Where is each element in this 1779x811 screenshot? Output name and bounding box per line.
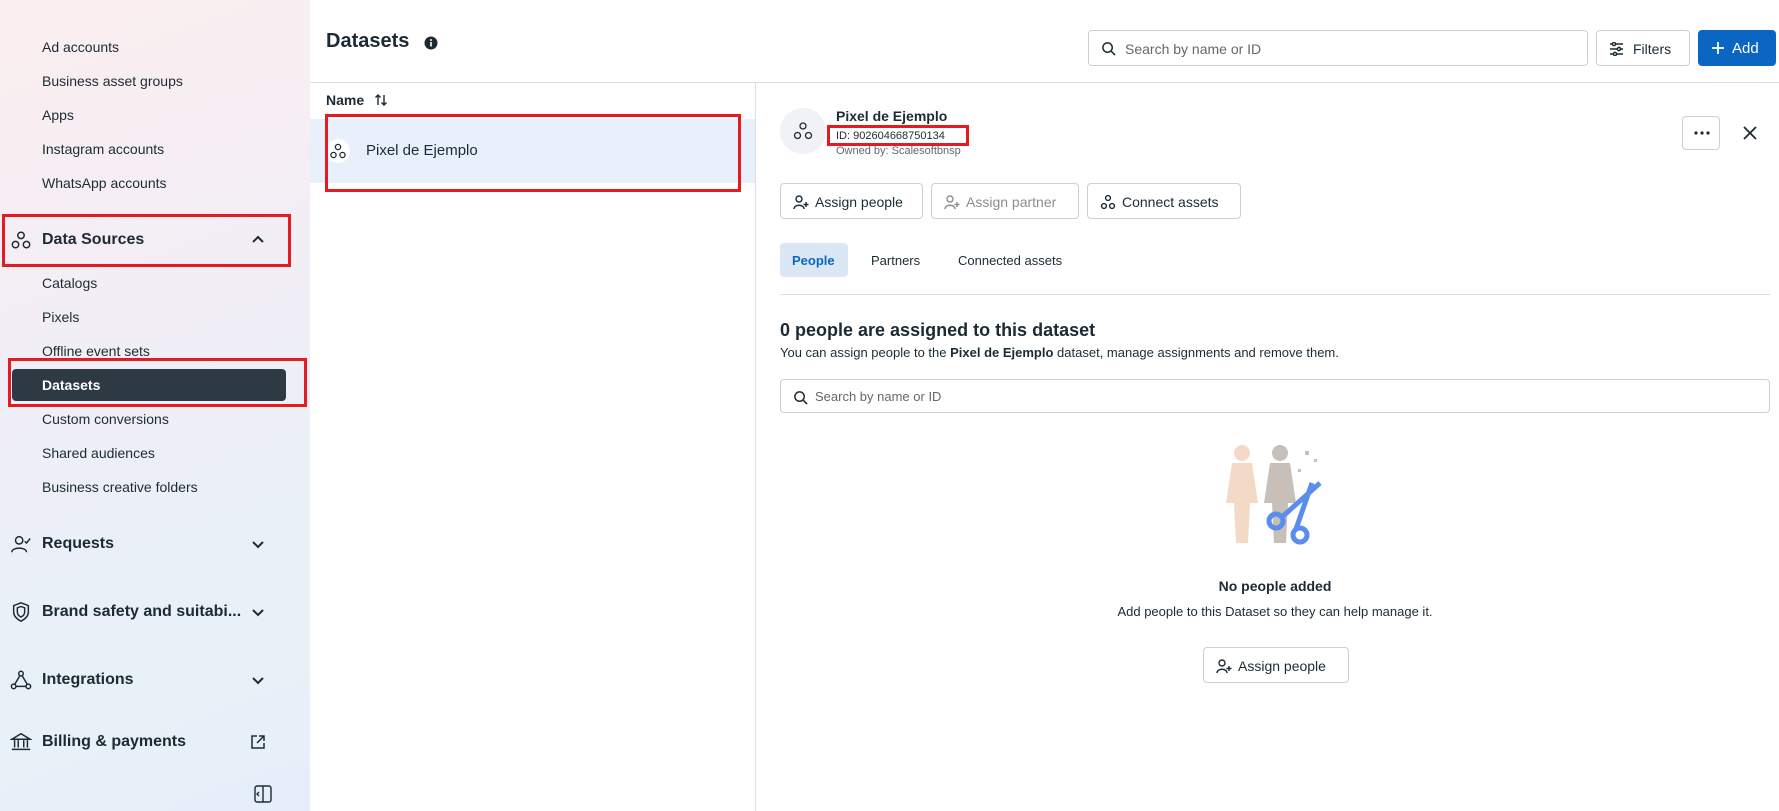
sidebar-item-apps[interactable]: Apps bbox=[42, 107, 74, 123]
assign-people-button[interactable]: Assign people bbox=[780, 183, 923, 219]
button-label: Assign people bbox=[815, 194, 903, 210]
empty-state-description: Add people to this Dataset so they can h… bbox=[1117, 604, 1433, 619]
assign-people-button[interactable]: Assign people bbox=[1203, 647, 1349, 683]
column-header-name[interactable]: Name bbox=[326, 92, 364, 108]
sidebar-item-business-asset-groups[interactable]: Business asset groups bbox=[42, 73, 183, 89]
divider bbox=[310, 82, 1779, 83]
chevron-up-icon bbox=[252, 235, 264, 243]
divider bbox=[780, 294, 1770, 295]
page-title: Datasets bbox=[326, 30, 410, 52]
sidebar-item-datasets[interactable]: Datasets bbox=[12, 369, 286, 401]
divider bbox=[755, 82, 756, 811]
tab-partners[interactable]: Partners bbox=[859, 243, 941, 277]
row-name: Pixel de Ejemplo bbox=[366, 142, 478, 159]
add-person-icon bbox=[944, 195, 960, 210]
connect-icon bbox=[1100, 194, 1116, 210]
sidebar-item-pixels[interactable]: Pixels bbox=[42, 309, 79, 325]
sidebar-item-whatsapp-accounts[interactable]: WhatsApp accounts bbox=[42, 175, 167, 191]
dataset-icon bbox=[326, 139, 350, 163]
dataset-avatar bbox=[780, 108, 826, 154]
people-cutout-illustration bbox=[1226, 445, 1322, 545]
more-options-button[interactable] bbox=[1682, 116, 1720, 150]
sidebar-section-label: Billing & payments bbox=[42, 733, 187, 750]
search-placeholder: Search by name or ID bbox=[815, 389, 942, 404]
desc-bold: Pixel de Ejemplo bbox=[950, 345, 1054, 360]
people-description: You can assign people to the Pixel de Ej… bbox=[780, 345, 1339, 360]
table-row[interactable]: Pixel de Ejemplo bbox=[310, 119, 755, 183]
integrations-icon bbox=[10, 670, 32, 690]
sidebar-section-data-sources[interactable]: Data Sources bbox=[0, 220, 290, 260]
search-icon bbox=[1102, 42, 1116, 56]
dataset-owner: Owned by: Scalesoftbnsp bbox=[836, 145, 961, 157]
sidebar-item-custom-conversions[interactable]: Custom conversions bbox=[42, 411, 169, 427]
sidebar-item-offline-event-sets[interactable]: Offline event sets bbox=[42, 343, 150, 359]
sidebar-item-instagram-accounts[interactable]: Instagram accounts bbox=[42, 141, 164, 157]
button-label: Connect assets bbox=[1122, 194, 1219, 210]
button-label: Assign partner bbox=[966, 194, 1057, 210]
sidebar-section-label: Brand safety and suitabi... bbox=[42, 603, 242, 620]
add-person-icon bbox=[793, 195, 809, 210]
more-icon bbox=[1694, 131, 1710, 135]
button-label: Assign people bbox=[1238, 658, 1326, 674]
assign-partner-button[interactable]: Assign partner bbox=[931, 183, 1079, 219]
add-label: Add bbox=[1732, 40, 1759, 57]
sidebar: Ad accounts Business asset groups Apps I… bbox=[0, 0, 310, 811]
sidebar-section-label: Requests bbox=[42, 535, 115, 552]
tab-label: Connected assets bbox=[958, 253, 1063, 268]
sidebar-section-requests[interactable]: Requests bbox=[0, 524, 290, 564]
filters-label: Filters bbox=[1633, 41, 1672, 57]
desc-text: dataset, manage assignments and remove t… bbox=[1053, 345, 1339, 360]
info-icon[interactable] bbox=[424, 36, 438, 50]
plus-icon bbox=[1712, 42, 1724, 54]
data-sources-icon bbox=[11, 231, 31, 249]
people-search-input[interactable]: Search by name or ID bbox=[780, 379, 1770, 413]
search-placeholder: Search by name or ID bbox=[1125, 41, 1262, 57]
add-button[interactable]: Add bbox=[1698, 30, 1776, 66]
sidebar-section-label: Integrations bbox=[42, 671, 134, 688]
desc-text: You can assign people to the bbox=[780, 345, 951, 360]
shield-icon bbox=[12, 602, 30, 622]
empty-state-title: No people added bbox=[1218, 578, 1332, 594]
sidebar-section-brand-safety[interactable]: Brand safety and suitabi... bbox=[0, 592, 290, 632]
chevron-down-icon bbox=[252, 541, 264, 549]
search-icon bbox=[794, 391, 808, 405]
sidebar-item-catalogs[interactable]: Catalogs bbox=[42, 275, 97, 291]
people-title: 0 people are assigned to this dataset bbox=[780, 320, 1096, 340]
sort-icon[interactable] bbox=[374, 93, 388, 107]
sidebar-item-ad-accounts[interactable]: Ad accounts bbox=[42, 39, 119, 55]
add-person-icon bbox=[1216, 659, 1232, 674]
bank-icon bbox=[10, 732, 32, 751]
sidebar-section-billing[interactable]: Billing & payments bbox=[0, 722, 290, 762]
dataset-name: Pixel de Ejemplo bbox=[836, 108, 948, 124]
dataset-icon bbox=[793, 122, 813, 140]
tab-connected-assets[interactable]: Connected assets bbox=[946, 243, 1086, 277]
sidebar-item-label: Datasets bbox=[42, 377, 101, 393]
tab-label: People bbox=[792, 253, 835, 268]
collapse-sidebar-icon[interactable] bbox=[254, 785, 272, 803]
connect-assets-button[interactable]: Connect assets bbox=[1087, 183, 1241, 219]
filters-button[interactable]: Filters bbox=[1596, 30, 1690, 66]
close-icon[interactable] bbox=[1741, 124, 1759, 142]
sidebar-section-label: Data Sources bbox=[42, 231, 145, 248]
chevron-down-icon bbox=[252, 677, 264, 685]
tab-label: Partners bbox=[871, 253, 921, 268]
filters-icon bbox=[1610, 42, 1623, 56]
sidebar-item-shared-audiences[interactable]: Shared audiences bbox=[42, 445, 155, 461]
chevron-down-icon bbox=[252, 609, 264, 617]
external-link-icon[interactable] bbox=[250, 734, 266, 750]
search-input[interactable]: Search by name or ID bbox=[1088, 30, 1588, 66]
dataset-id: ID: 902604668750134 bbox=[836, 130, 945, 142]
tab-people[interactable]: People bbox=[780, 243, 848, 277]
person-check-icon bbox=[11, 535, 31, 553]
sidebar-section-integrations[interactable]: Integrations bbox=[0, 660, 290, 700]
sidebar-item-business-creative-folders[interactable]: Business creative folders bbox=[42, 479, 198, 495]
